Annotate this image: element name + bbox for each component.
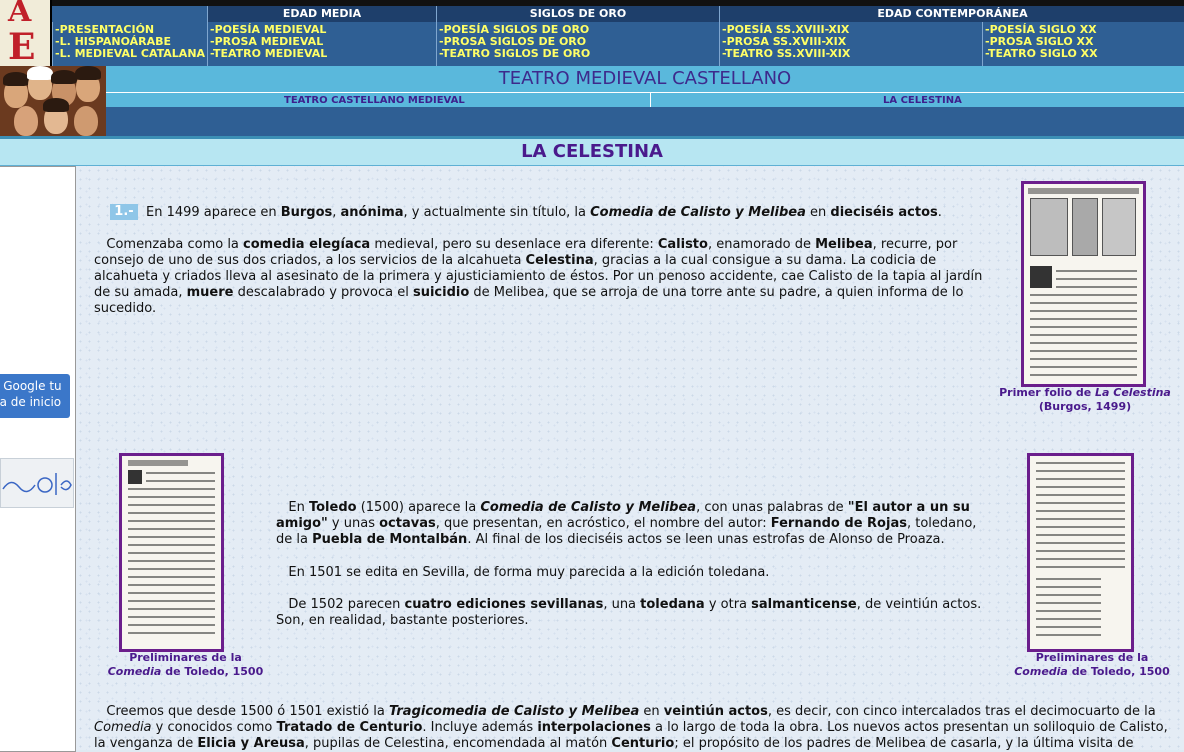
nav-column-siglo-xx: -POESÍA SIGLO XX -PROSA SIGLO XX -TEATRO… bbox=[982, 22, 1184, 66]
google-doodle-icon[interactable] bbox=[0, 458, 74, 508]
nav-link-teatro-xviii-xix[interactable]: -TEATRO SS.XVIII-XIX bbox=[722, 48, 982, 60]
section-links-bar: TEATRO CASTELLANO MEDIEVAL LA CELESTINA bbox=[106, 92, 1184, 108]
author-portraits-image bbox=[0, 66, 106, 136]
primer-folio-image[interactable] bbox=[1021, 181, 1146, 387]
google-button-line-2: na de inicio bbox=[0, 395, 62, 409]
nav-column-intro: -PRESENTACIÓN -L. HISPANOÁRABE -L. MEDIE… bbox=[52, 22, 207, 66]
link-teatro-castellano-medieval[interactable]: TEATRO CASTELLANO MEDIEVAL bbox=[284, 93, 465, 108]
nav-link-teatro-siglo-xx[interactable]: -TEATRO SIGLO XX bbox=[985, 48, 1184, 60]
paragraph-6: Creemos que desde 1500 ó 1501 existió la… bbox=[94, 704, 1168, 751]
paragraph-3: En Toledo (1500) aparece la Comedia de C… bbox=[276, 500, 977, 547]
nav-link-teatro-medieval[interactable]: -TEATRO MEDIEVAL bbox=[210, 48, 436, 60]
nav-column-xviii-xix: -POESÍA SS.XVIII-XIX -PROSA SS.XVIII-XIX… bbox=[719, 22, 982, 66]
nav-column-edad-media: -POESÍA MEDIEVAL -PROSA MEDIEVAL -TEATRO… bbox=[207, 22, 436, 66]
section-links-divider bbox=[650, 92, 651, 107]
primer-folio-caption: Primer folio de La Celestina (Burgos, 14… bbox=[999, 386, 1171, 413]
preliminares-left-image[interactable] bbox=[119, 453, 224, 652]
section-number-badge: 1.- bbox=[110, 204, 138, 220]
paragraph-1: En 1499 aparece en Burgos, anónima, y ac… bbox=[146, 205, 942, 220]
section-title: TEATRO MEDIEVAL CASTELLANO bbox=[106, 66, 1184, 92]
preliminares-right-caption: Preliminares de la Comedia de Toledo, 15… bbox=[1014, 651, 1170, 678]
paragraph-2: Comenzaba como la comedia elegíaca medie… bbox=[94, 237, 983, 316]
site-logo[interactable]: A E bbox=[0, 0, 52, 68]
google-button-line-1: e Google tu bbox=[0, 379, 62, 393]
nav-link-medieval-catalana[interactable]: -L. MEDIEVAL CATALANA bbox=[55, 48, 207, 60]
logo-letter-a: A bbox=[8, 0, 32, 29]
header-edad-contemporanea: EDAD CONTEMPORÁNEA bbox=[719, 6, 1184, 22]
preliminares-right-image[interactable] bbox=[1027, 453, 1134, 652]
logo-letter-e: E bbox=[8, 26, 36, 68]
page-title: LA CELESTINA bbox=[0, 136, 1184, 167]
header-edad-media: EDAD MEDIA bbox=[207, 6, 436, 22]
nav-column-siglos-de-oro: -POESÍA SIGLOS DE ORO -PROSA SIGLOS DE O… bbox=[436, 22, 719, 66]
section-footer-band bbox=[106, 107, 1184, 136]
paragraph-4: En 1501 se edita en Sevilla, de forma mu… bbox=[276, 565, 770, 580]
google-homepage-button[interactable]: e Google tu na de inicio bbox=[0, 374, 70, 418]
paragraph-5: De 1502 parecen cuatro ediciones sevilla… bbox=[276, 597, 982, 628]
header-siglos-de-oro: SIGLOS DE ORO bbox=[436, 6, 719, 22]
nav-link-teatro-siglos-de-oro[interactable]: -TEATRO SIGLOS DE ORO bbox=[439, 48, 719, 60]
preliminares-left-caption: Preliminares de la Comedia de Toledo, 15… bbox=[107, 651, 264, 678]
link-la-celestina[interactable]: LA CELESTINA bbox=[883, 93, 962, 108]
